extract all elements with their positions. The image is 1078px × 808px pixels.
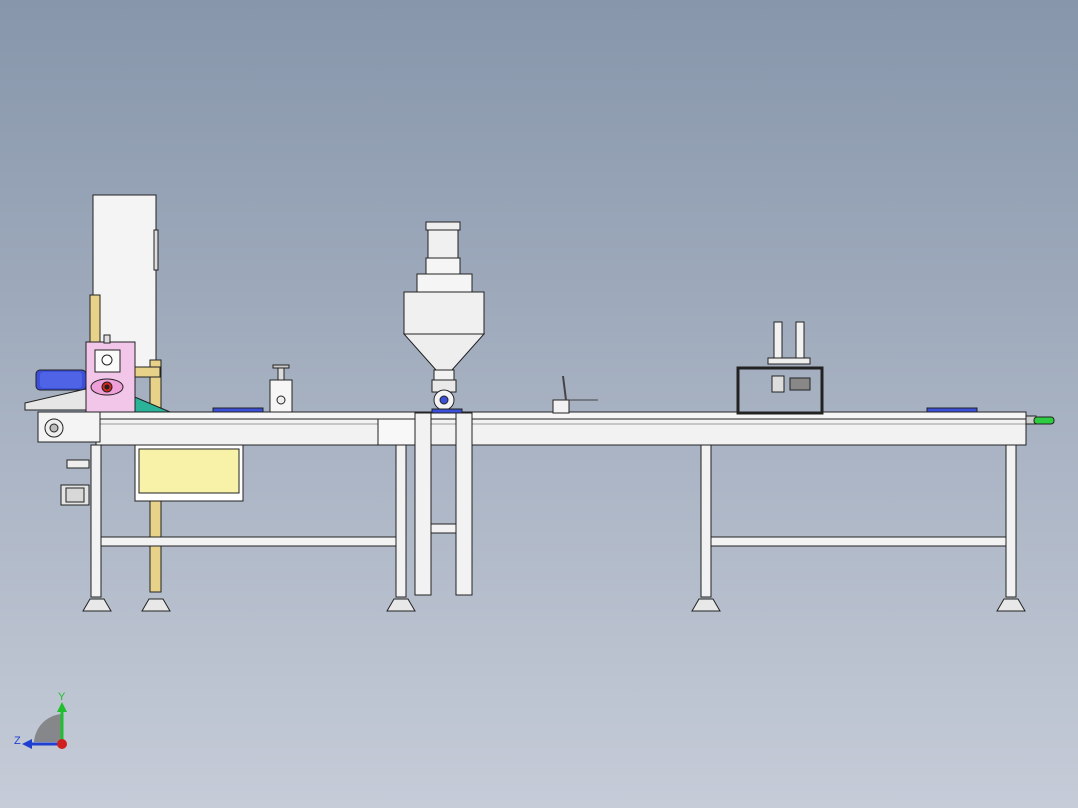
z-axis-arrow (22, 739, 32, 749)
drive-handwheel[interactable] (1025, 415, 1055, 425)
pressing-station[interactable] (736, 321, 824, 415)
axis-triad: Y Z (14, 691, 67, 749)
auger-filler-hopper[interactable] (402, 221, 486, 414)
side-brackets (60, 459, 90, 506)
cad-viewport[interactable]: Y Z (0, 0, 1078, 808)
electrical-box[interactable] (134, 444, 244, 502)
z-axis-label: Z (14, 735, 21, 747)
conveyor-table[interactable] (37, 407, 1027, 446)
lever-stop[interactable] (552, 375, 598, 414)
x-axis-dot (57, 739, 67, 749)
y-axis-arrow (57, 702, 67, 712)
clamp-station[interactable] (269, 364, 293, 413)
motor[interactable] (35, 369, 87, 391)
y-axis-label: Y (58, 691, 66, 703)
machine-model[interactable] (0, 0, 1078, 808)
adjustable-feet (82, 598, 1026, 612)
